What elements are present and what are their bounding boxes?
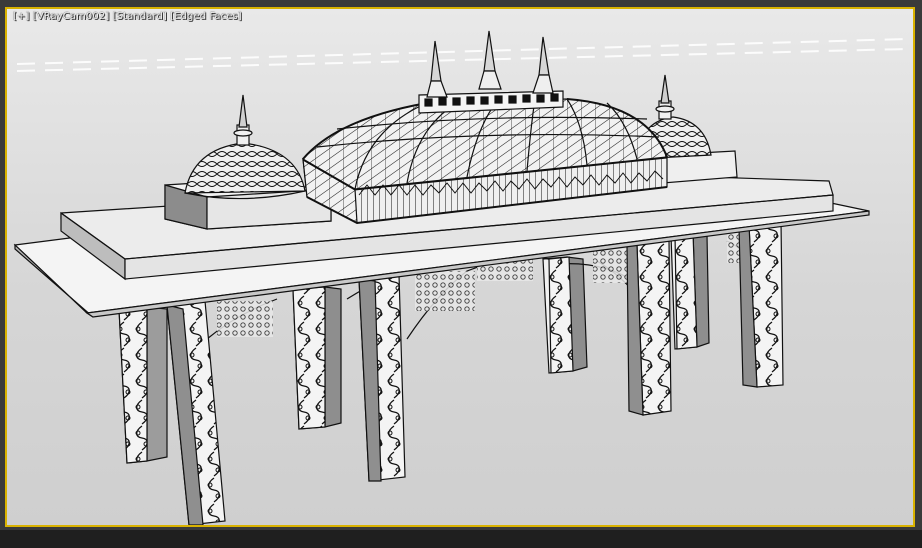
viewport-camera-menu[interactable]: [VRayCam002] (33, 11, 110, 22)
horizon-grid (16, 38, 908, 72)
small-dome-left (184, 94, 306, 200)
viewport-label: [+] [VRayCam002] [Standard] [Edged Faces… (13, 11, 242, 22)
bottom-bar (0, 530, 922, 548)
scene-render (13, 30, 908, 525)
perspective-viewport[interactable]: [+] [VRayCam002] [Standard] [Edged Faces… (5, 7, 915, 527)
viewport-plus-menu[interactable]: [+] (13, 11, 29, 22)
main-dome (302, 30, 668, 225)
viewport-shading-menu[interactable]: [Standard] (113, 11, 167, 22)
viewport-edges-menu[interactable]: [Edged Faces] (170, 11, 242, 22)
